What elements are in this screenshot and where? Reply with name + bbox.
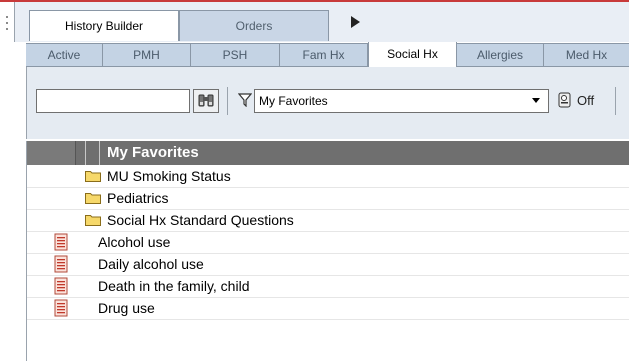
list-item[interactable]: Daily alcohol use <box>27 253 629 276</box>
binoculars-icon <box>198 94 214 107</box>
tab-active[interactable]: Active <box>26 44 103 66</box>
list-header: My Favorites <box>27 141 629 165</box>
folder-icon <box>85 171 101 182</box>
list-item[interactable]: Death in the family, child <box>27 275 629 298</box>
tab-allergies[interactable]: Allergies <box>457 44 544 66</box>
list-item[interactable]: Alcohol use <box>27 231 629 254</box>
off-label: Off <box>577 93 595 108</box>
header-column <box>27 141 76 165</box>
list-item-label: Social Hx Standard Questions <box>107 212 294 228</box>
list-header-title: My Favorites <box>107 144 199 161</box>
search-input[interactable] <box>36 89 190 113</box>
tab-pmh[interactable]: PMH <box>103 44 191 66</box>
list-item-label: Alcohol use <box>98 234 171 250</box>
grip-dot <box>6 16 8 18</box>
tab-fam-hx[interactable]: Fam Hx <box>280 44 368 66</box>
form-icon <box>54 299 68 317</box>
filter-icon[interactable] <box>238 93 252 107</box>
tab-history-builder[interactable]: History Builder <box>29 10 179 41</box>
toolbar-separator <box>615 87 616 115</box>
list-item-label: MU Smoking Status <box>107 168 231 184</box>
folder-icon <box>85 193 101 204</box>
tab-social-hx[interactable]: Social Hx <box>368 42 457 67</box>
list-item-label: Drug use <box>98 300 155 316</box>
favorites-list: My Favorites MU Smoking Status Pediatric… <box>26 141 629 361</box>
sub-tab-bar: Active PMH PSH Fam Hx Social Hx Allergie… <box>26 42 629 67</box>
toolbar-separator <box>227 87 228 115</box>
list-item-label: Death in the family, child <box>98 278 250 294</box>
toggle-off-icon <box>558 92 571 108</box>
header-column <box>85 141 100 165</box>
grip-dot <box>6 22 8 24</box>
search-button[interactable] <box>193 89 219 113</box>
favorites-dropdown-value: My Favorites <box>259 94 328 108</box>
main-tab-bar: History Builder Orders <box>14 2 629 42</box>
splitter-grip[interactable] <box>0 2 14 361</box>
list-item-label: Daily alcohol use <box>98 256 204 272</box>
tab-orders[interactable]: Orders <box>179 10 329 41</box>
tab-scroll-right-icon[interactable] <box>351 16 360 28</box>
form-icon <box>54 255 68 273</box>
form-icon <box>54 233 68 251</box>
grip-dot <box>6 28 8 30</box>
folder-icon <box>85 215 101 226</box>
list-item[interactable]: Pediatrics <box>27 187 629 210</box>
toolbar: My Favorites Off <box>26 67 629 139</box>
tab-psh[interactable]: PSH <box>191 44 280 66</box>
chevron-down-icon <box>532 98 540 103</box>
list-item[interactable]: Social Hx Standard Questions <box>27 209 629 232</box>
tab-med-hx[interactable]: Med Hx <box>544 44 629 66</box>
list-item[interactable]: MU Smoking Status <box>27 165 629 188</box>
off-toggle-button[interactable]: Off <box>557 89 605 113</box>
favorites-dropdown[interactable]: My Favorites <box>254 89 549 113</box>
list-item[interactable]: Drug use <box>27 297 629 320</box>
list-item-label: Pediatrics <box>107 190 169 206</box>
form-icon <box>54 277 68 295</box>
